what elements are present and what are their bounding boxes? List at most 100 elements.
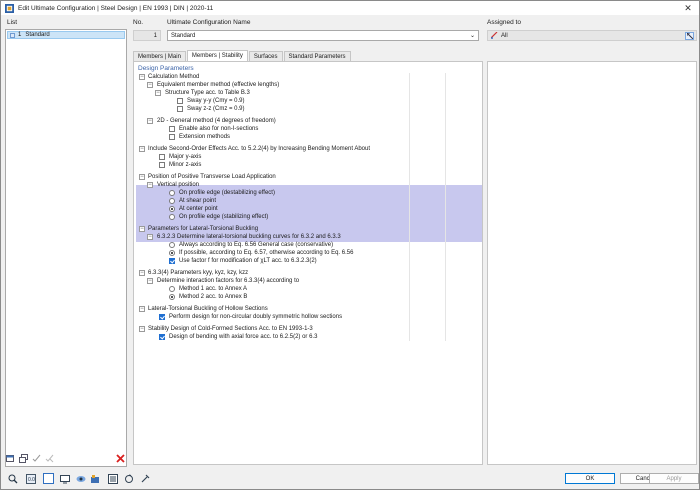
row-vertical-position: − Vertical position bbox=[147, 182, 200, 188]
color-swatch-icon bbox=[10, 32, 15, 38]
cold-bending-checkbox[interactable] bbox=[159, 334, 165, 340]
list-panel: List 1 Standard bbox=[5, 19, 127, 467]
hollow-design-checkbox[interactable] bbox=[159, 314, 165, 320]
group-ltb-params: − Parameters for Lateral-Torsional Buckl… bbox=[139, 226, 259, 232]
collapse-icon[interactable]: − bbox=[139, 226, 145, 232]
model-icon[interactable] bbox=[89, 473, 100, 484]
collapse-icon[interactable]: − bbox=[147, 118, 153, 124]
svg-text:0.0: 0.0 bbox=[28, 477, 35, 483]
sway-zz-checkbox[interactable] bbox=[177, 106, 183, 112]
sway-yy-checkbox[interactable] bbox=[177, 98, 183, 104]
row-interaction: − Determine interaction factors for 6.3.… bbox=[147, 278, 300, 284]
member-icon bbox=[491, 32, 498, 39]
chevron-down-icon[interactable]: ⌄ bbox=[470, 32, 475, 39]
row-ltb-possible: If possible, according to Eq. 6.57, othe… bbox=[137, 249, 482, 257]
row-method-2: Method 2 acc. to Annex B bbox=[137, 293, 482, 301]
no-group: No. 1 bbox=[133, 19, 161, 47]
name-label: Ultimate Configuration Name bbox=[167, 19, 251, 26]
row-method-1: Method 1 acc. to Annex A bbox=[137, 285, 482, 293]
delete-icon[interactable] bbox=[115, 453, 125, 463]
uncheck-all-icon[interactable] bbox=[44, 453, 54, 463]
assigned-field: All bbox=[487, 30, 697, 41]
units-icon[interactable]: 0.0 bbox=[25, 473, 36, 484]
row-ltb-always: Always according to Eq. 6.56 General cas… bbox=[137, 241, 482, 249]
collapse-icon[interactable]: − bbox=[139, 146, 145, 152]
ok-button[interactable]: OK bbox=[565, 473, 615, 484]
minor-axis-checkbox[interactable] bbox=[159, 162, 165, 168]
collapse-icon[interactable]: − bbox=[147, 182, 153, 188]
group-calc-method: − Calculation Method bbox=[139, 74, 200, 80]
select-objects-icon[interactable] bbox=[685, 32, 694, 40]
assigned-label: Assigned to bbox=[487, 19, 521, 26]
tab-members-stability[interactable]: Members | Stability bbox=[186, 50, 248, 61]
row-general-2d: − 2D - General method (4 degrees of free… bbox=[147, 118, 276, 124]
row-equiv-member: − Equivalent member method (effective le… bbox=[147, 82, 280, 88]
row-enable-non-i: Enable also for non-I-sections bbox=[137, 125, 482, 133]
group-ltb-hollow: − Lateral-Torsional Buckling of Hollow S… bbox=[139, 306, 268, 312]
row-cold-bending: Design of bending with axial force acc. … bbox=[137, 333, 482, 341]
collapse-icon[interactable]: − bbox=[155, 90, 161, 96]
settings-icon[interactable] bbox=[139, 473, 150, 484]
method-1-radio[interactable] bbox=[169, 286, 175, 292]
collapse-icon[interactable]: − bbox=[147, 278, 153, 284]
method-2-radio[interactable] bbox=[169, 294, 175, 300]
tree-view-icon[interactable] bbox=[107, 473, 118, 484]
collapse-icon[interactable]: − bbox=[147, 234, 153, 240]
pos-destab-radio[interactable] bbox=[169, 190, 175, 196]
tab-surfaces[interactable]: Surfaces bbox=[248, 51, 283, 61]
row-sway-zz: Sway z-z (Cmz = 0.9) bbox=[137, 105, 482, 113]
view-icon[interactable] bbox=[75, 473, 86, 484]
collapse-icon[interactable]: − bbox=[139, 174, 145, 180]
tab-standard-parameters[interactable]: Standard Parameters bbox=[283, 51, 351, 61]
display-icon[interactable] bbox=[59, 473, 70, 484]
pos-center-radio[interactable] bbox=[169, 206, 175, 212]
tab-members-main[interactable]: Members | Main bbox=[133, 51, 186, 61]
ltb-factor-f-checkbox[interactable] bbox=[169, 258, 175, 264]
collapse-icon[interactable]: − bbox=[139, 270, 145, 276]
row-major-axis: Major y-axis bbox=[137, 153, 482, 161]
list-item-label: Standard bbox=[25, 32, 50, 38]
no-field: 1 bbox=[133, 30, 161, 41]
list-toolbar bbox=[5, 452, 127, 464]
major-axis-checkbox[interactable] bbox=[159, 154, 165, 160]
new-item-icon[interactable] bbox=[5, 453, 15, 463]
design-parameters-panel: Design Parameters − Calculation Method −… bbox=[133, 61, 483, 465]
dialog-window: Edit Ultimate Configuration | Steel Desi… bbox=[0, 0, 700, 490]
ltb-always-radio[interactable] bbox=[169, 242, 175, 248]
list-item-number: 1 bbox=[18, 32, 22, 38]
row-ltb-factor-f: Use factor f for modification of χLT acc… bbox=[137, 257, 482, 265]
window-icon[interactable] bbox=[43, 473, 54, 484]
name-combobox[interactable]: Standard ⌄ bbox=[167, 30, 479, 41]
copy-item-icon[interactable] bbox=[18, 453, 28, 463]
extension-methods-checkbox[interactable] bbox=[169, 134, 175, 140]
pos-stab-radio[interactable] bbox=[169, 214, 175, 220]
group-position: − Position of Positive Transverse Load A… bbox=[139, 174, 276, 180]
row-ltb-6323: − 6.3.2.3 Determine lateral-torsional bu… bbox=[147, 234, 341, 240]
row-pos-destab: On profile edge (destabilizing effect) bbox=[137, 189, 482, 197]
assigned-group: Assigned to All bbox=[487, 19, 697, 47]
close-icon[interactable]: ✕ bbox=[683, 3, 693, 13]
refresh-icon[interactable] bbox=[123, 473, 134, 484]
apply-button[interactable]: Apply bbox=[649, 473, 699, 484]
name-value: Standard bbox=[171, 32, 196, 39]
tab-bar: Members | Main Members | Stability Surfa… bbox=[133, 50, 352, 61]
ltb-possible-radio[interactable] bbox=[169, 250, 175, 256]
collapse-icon[interactable]: − bbox=[147, 82, 153, 88]
row-extension-methods: Extension methods bbox=[137, 133, 482, 141]
list-item[interactable]: 1 Standard bbox=[7, 31, 125, 39]
app-icon bbox=[5, 3, 14, 13]
group-params-633: − 6.3.3(4) Parameters kyy, kyz, kzy, kzz bbox=[139, 270, 249, 276]
enable-non-i-checkbox[interactable] bbox=[169, 126, 175, 132]
collapse-icon[interactable]: − bbox=[139, 326, 145, 332]
list-header: List bbox=[7, 19, 18, 26]
row-pos-stab: On profile edge (stabilizing effect) bbox=[137, 213, 482, 221]
row-pos-center: At center point bbox=[137, 205, 482, 213]
check-all-icon[interactable] bbox=[31, 453, 41, 463]
row-hollow-design: Perform design for non-circular doubly s… bbox=[137, 313, 482, 321]
pos-shear-radio[interactable] bbox=[169, 198, 175, 204]
collapse-icon[interactable]: − bbox=[139, 74, 145, 80]
collapse-icon[interactable]: − bbox=[139, 306, 145, 312]
group-cold-formed: − Stability Design of Cold-Formed Sectio… bbox=[139, 326, 313, 332]
row-pos-shear: At shear point bbox=[137, 197, 482, 205]
search-icon[interactable] bbox=[7, 473, 18, 484]
